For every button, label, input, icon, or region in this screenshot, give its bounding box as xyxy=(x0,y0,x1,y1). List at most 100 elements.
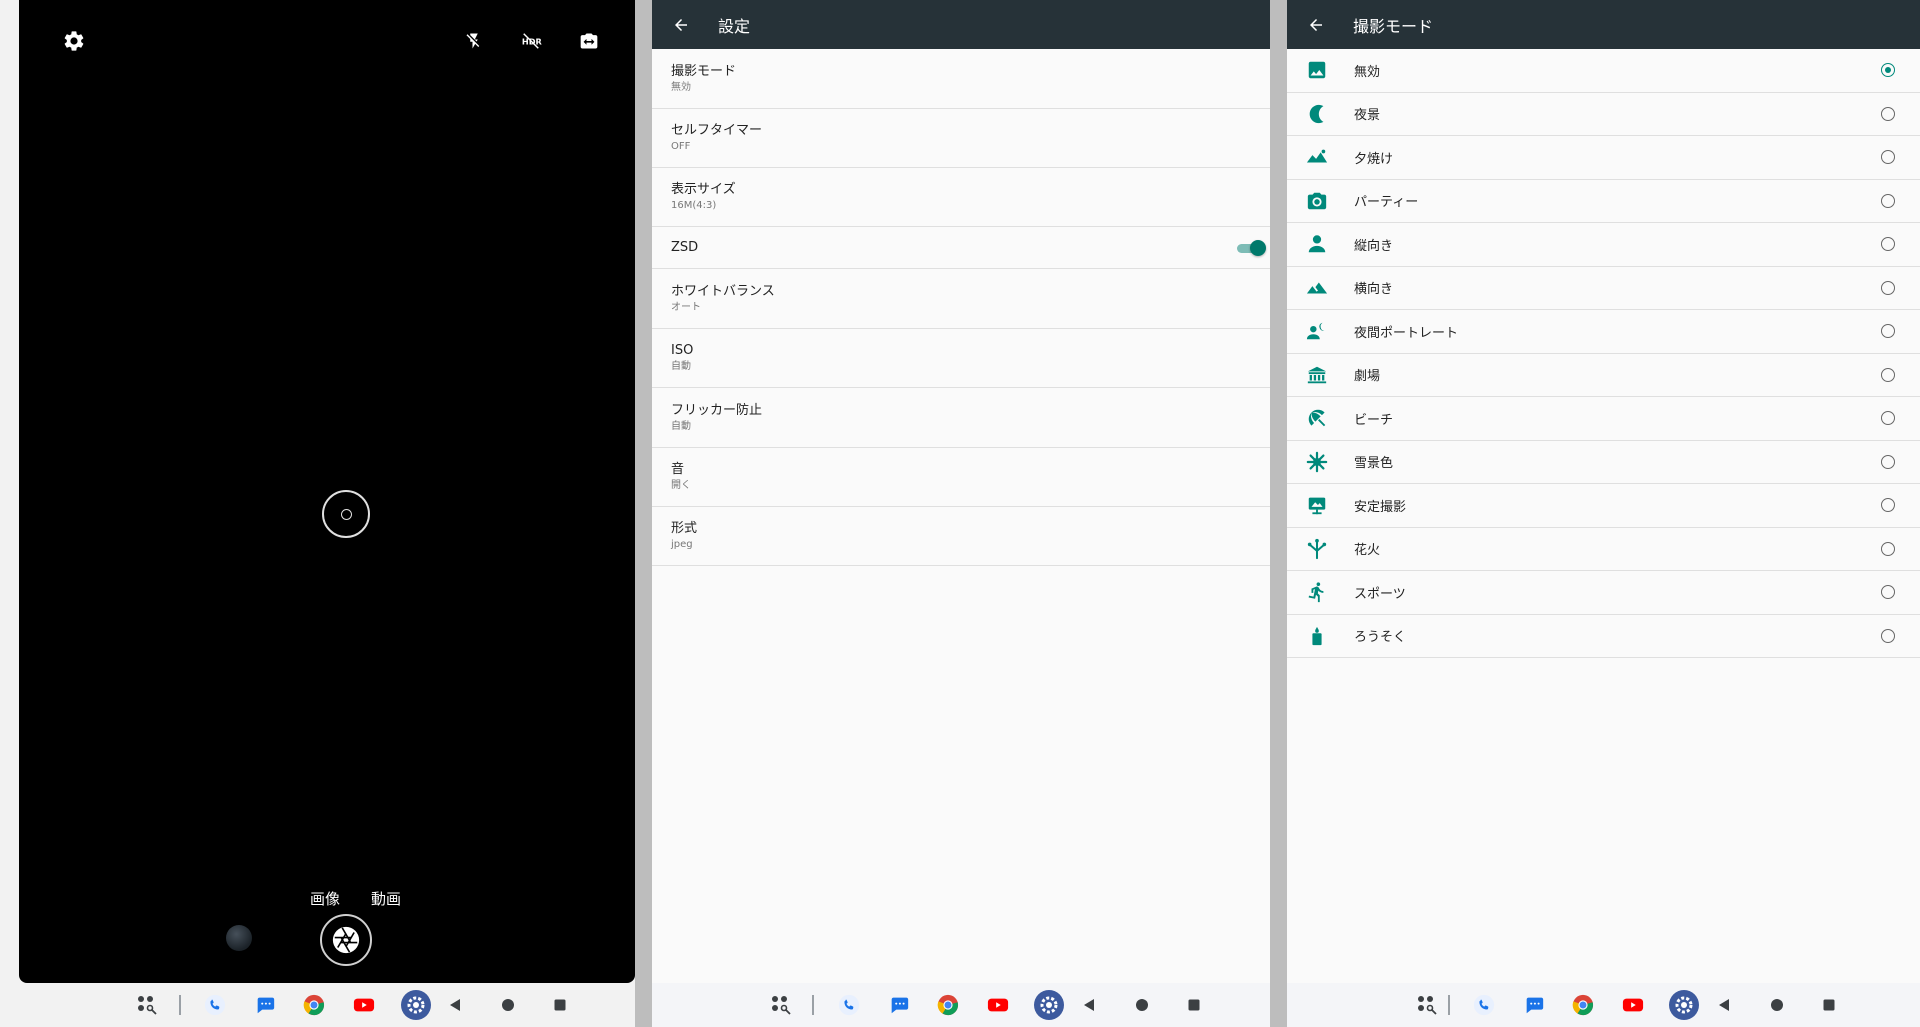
messages-icon[interactable] xyxy=(1522,993,1546,1017)
radio-button[interactable] xyxy=(1881,628,1895,643)
scene-option-label: パーティー xyxy=(1354,195,1419,211)
scene-mode-panel: 撮影モード 無効 夜景 夕焼け パーティー 縦向き 横向き 夜間ポートレート 劇… xyxy=(1287,0,1920,1027)
radio-button[interactable] xyxy=(1881,106,1895,121)
setting-sound[interactable]: 音 開く xyxy=(652,448,1287,507)
back-arrow-icon[interactable] xyxy=(1307,14,1329,36)
setting-anti-flicker[interactable]: フリッカー防止 自動 xyxy=(652,388,1287,448)
youtube-icon[interactable] xyxy=(352,993,376,1017)
scene-option-party[interactable]: パーティー xyxy=(1287,180,1920,223)
radio-button[interactable] xyxy=(1881,411,1895,426)
setting-format[interactable]: 形式 jpeg xyxy=(652,507,1287,566)
setting-white-balance[interactable]: ホワイトバランス オート xyxy=(652,269,1287,329)
radio-button[interactable] xyxy=(1881,324,1895,339)
scene-option-label: ビーチ xyxy=(1354,412,1394,428)
radio-button-selected[interactable] xyxy=(1881,63,1895,78)
setting-value: 自動 xyxy=(671,420,691,432)
back-icon[interactable] xyxy=(443,993,467,1017)
settings-app-icon[interactable] xyxy=(1669,990,1699,1020)
taskbar xyxy=(652,983,1287,1027)
phone-icon[interactable] xyxy=(1472,993,1496,1017)
setting-iso[interactable]: ISO 自動 xyxy=(652,329,1287,388)
scene-option-label: 無効 xyxy=(1354,64,1381,80)
scene-option-label: 雪景色 xyxy=(1354,456,1394,472)
back-icon[interactable] xyxy=(1077,993,1101,1017)
radio-button[interactable] xyxy=(1881,193,1895,208)
app-drawer-icon[interactable] xyxy=(1415,993,1439,1017)
back-arrow-icon[interactable] xyxy=(672,14,694,36)
setting-zsd[interactable]: ZSD xyxy=(652,227,1287,269)
youtube-icon[interactable] xyxy=(1621,993,1645,1017)
radio-button[interactable] xyxy=(1881,585,1895,600)
chrome-icon[interactable] xyxy=(1571,993,1595,1017)
scene-option-sports[interactable]: スポーツ xyxy=(1287,571,1920,615)
chrome-icon[interactable] xyxy=(302,993,326,1017)
flash-off-icon[interactable] xyxy=(461,28,487,54)
focus-indicator xyxy=(322,490,370,538)
radio-button[interactable] xyxy=(1881,237,1895,252)
scene-mode-app-bar: 撮影モード xyxy=(1287,0,1920,49)
scene-option-candle[interactable]: ろうそく xyxy=(1287,615,1920,658)
video-mode-tab[interactable]: 動画 xyxy=(371,888,401,909)
radio-button[interactable] xyxy=(1881,280,1895,295)
snowflake-icon xyxy=(1305,450,1329,474)
scene-option-beach[interactable]: ビーチ xyxy=(1287,397,1920,441)
scene-option-label: 夜間ポートレート xyxy=(1354,325,1459,341)
chrome-icon[interactable] xyxy=(936,993,960,1017)
recents-icon[interactable] xyxy=(548,993,572,1017)
scene-option-portrait[interactable]: 縦向き xyxy=(1287,223,1920,267)
shutter-button[interactable] xyxy=(320,914,372,966)
setting-picture-size[interactable]: 表示サイズ 16M(4:3) xyxy=(652,168,1287,227)
radio-button[interactable] xyxy=(1881,541,1895,556)
toggle-thumb xyxy=(1250,239,1266,256)
scene-option-theater[interactable]: 劇場 xyxy=(1287,354,1920,397)
scene-option-label: 夕焼け xyxy=(1354,151,1394,167)
gear-icon[interactable] xyxy=(59,26,89,56)
messages-icon[interactable] xyxy=(887,993,911,1017)
radio-button[interactable] xyxy=(1881,454,1895,469)
settings-app-icon[interactable] xyxy=(1034,990,1064,1020)
home-icon[interactable] xyxy=(1765,993,1789,1017)
scene-option-sunset[interactable]: 夕焼け xyxy=(1287,136,1920,180)
scene-option-steady[interactable]: 安定撮影 xyxy=(1287,484,1920,528)
photo-mode-tab[interactable]: 画像 xyxy=(310,888,340,909)
scene-option-label: 夜景 xyxy=(1354,108,1381,124)
scene-option-label: 花火 xyxy=(1354,543,1381,559)
recents-icon[interactable] xyxy=(1817,993,1841,1017)
gallery-thumbnail[interactable] xyxy=(226,925,252,951)
zsd-toggle[interactable] xyxy=(1237,239,1266,256)
phone-icon[interactable] xyxy=(837,993,861,1017)
radio-button[interactable] xyxy=(1881,498,1895,513)
back-icon[interactable] xyxy=(1712,993,1736,1017)
camera-panel: HDR 画像 動画 xyxy=(0,0,652,1027)
scene-option-snow[interactable]: 雪景色 xyxy=(1287,441,1920,484)
scene-option-night[interactable]: 夜景 xyxy=(1287,93,1920,136)
camera-viewfinder[interactable]: HDR 画像 動画 xyxy=(19,0,635,983)
setting-title: 音 xyxy=(671,462,685,477)
page-title: 設定 xyxy=(718,16,751,36)
scene-option-landscape[interactable]: 横向き xyxy=(1287,267,1920,310)
theater-icon xyxy=(1305,363,1329,387)
focus-center xyxy=(340,508,352,520)
home-icon[interactable] xyxy=(496,993,520,1017)
app-drawer-icon[interactable] xyxy=(135,993,159,1017)
app-drawer-icon[interactable] xyxy=(769,993,793,1017)
scene-option-fireworks[interactable]: 花火 xyxy=(1287,528,1920,571)
recents-icon[interactable] xyxy=(1182,993,1206,1017)
taskbar xyxy=(1287,983,1920,1027)
setting-scene-mode[interactable]: 撮影モード 無効 xyxy=(652,49,1287,109)
setting-self-timer[interactable]: セルフタイマー OFF xyxy=(652,109,1287,168)
youtube-icon[interactable] xyxy=(986,993,1010,1017)
radio-button[interactable] xyxy=(1881,367,1895,382)
messages-icon[interactable] xyxy=(253,993,277,1017)
running-icon xyxy=(1305,580,1329,604)
radio-button[interactable] xyxy=(1881,150,1895,165)
taskbar-divider xyxy=(179,995,181,1015)
scene-option-night-portrait[interactable]: 夜間ポートレート xyxy=(1287,310,1920,354)
setting-value: jpeg xyxy=(671,539,693,550)
phone-icon[interactable] xyxy=(203,993,227,1017)
scene-option-none[interactable]: 無効 xyxy=(1287,49,1920,93)
switch-camera-icon[interactable] xyxy=(576,28,602,54)
home-icon[interactable] xyxy=(1130,993,1154,1017)
settings-app-icon[interactable] xyxy=(401,990,431,1020)
hdr-off-icon[interactable]: HDR xyxy=(517,28,545,54)
